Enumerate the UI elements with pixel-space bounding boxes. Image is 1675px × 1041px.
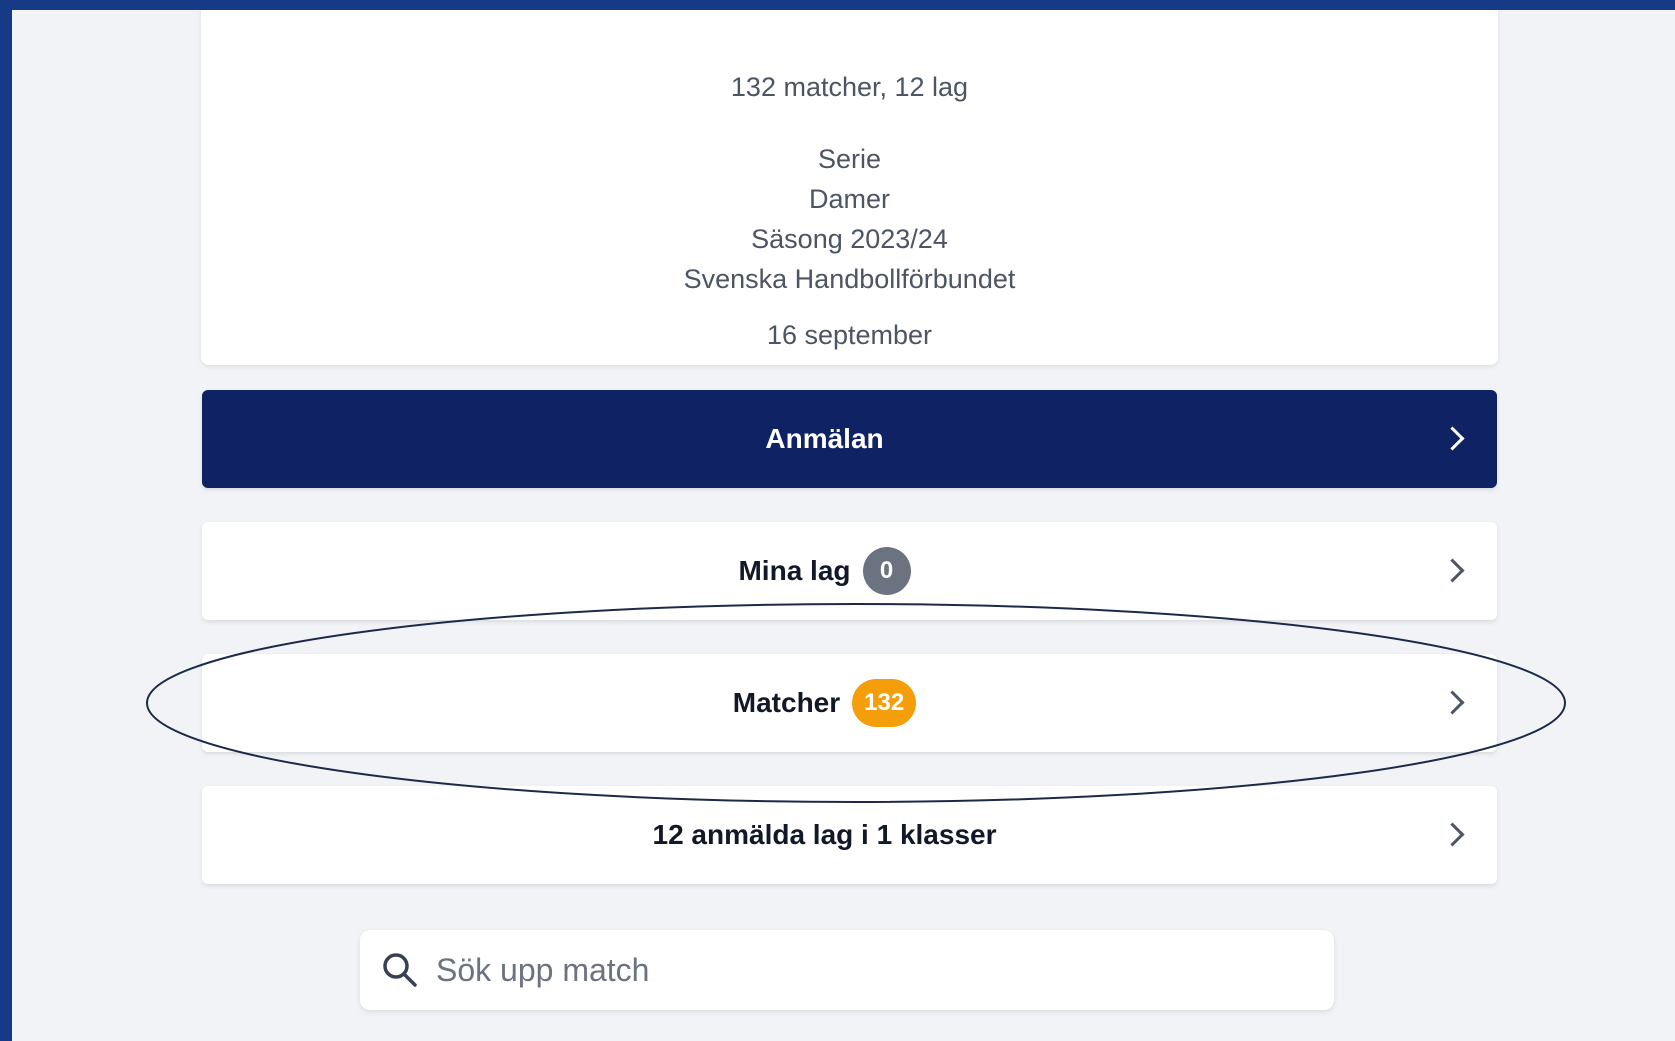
mina-lag-label: Mina lag: [738, 555, 851, 586]
matcher-count-badge: 132: [852, 679, 917, 727]
anmalan-label: Anmälan: [765, 423, 884, 454]
chevron-right-icon: [1440, 558, 1465, 583]
matcher-label-wrap: Matcher 132: [732, 679, 917, 727]
mina-lag-label-wrap: Mina lag 0: [738, 547, 911, 595]
competition-date: 16 september: [766, 320, 933, 350]
tournament-info-card: 132 matcher, 12 lag Serie Damer Säsong 2…: [201, 10, 1498, 365]
competition-organizer: Svenska Handbollförbundet: [683, 264, 1016, 294]
competition-type: Serie: [817, 144, 882, 174]
klasser-label: 12 anmälda lag i 1 klasser: [652, 819, 997, 850]
matcher-button[interactable]: Matcher 132: [202, 654, 1497, 752]
anmalan-label-wrap: Anmälan: [765, 423, 883, 455]
anmalan-button[interactable]: Anmälan: [202, 390, 1497, 488]
klasser-button[interactable]: 12 anmälda lag i 1 klasser: [202, 786, 1497, 884]
mina-lag-button[interactable]: Mina lag 0: [202, 522, 1497, 620]
klasser-label-wrap: 12 anmälda lag i 1 klasser: [653, 819, 997, 851]
chevron-right-icon: [1440, 426, 1465, 451]
match-team-summary: 132 matcher, 12 lag: [730, 72, 969, 102]
competition-season: Säsong 2023/24: [751, 224, 948, 254]
chevron-right-icon: [1440, 690, 1465, 715]
chevron-right-icon: [1440, 822, 1465, 847]
match-search-box[interactable]: [360, 930, 1334, 1010]
competition-gender: Damer: [808, 184, 890, 214]
page-canvas: 132 matcher, 12 lag Serie Damer Säsong 2…: [12, 10, 1675, 1041]
search-icon: [383, 953, 417, 987]
matcher-label: Matcher: [732, 687, 841, 718]
match-search-input[interactable]: [434, 950, 1298, 990]
mina-lag-count-badge: 0: [862, 547, 911, 595]
